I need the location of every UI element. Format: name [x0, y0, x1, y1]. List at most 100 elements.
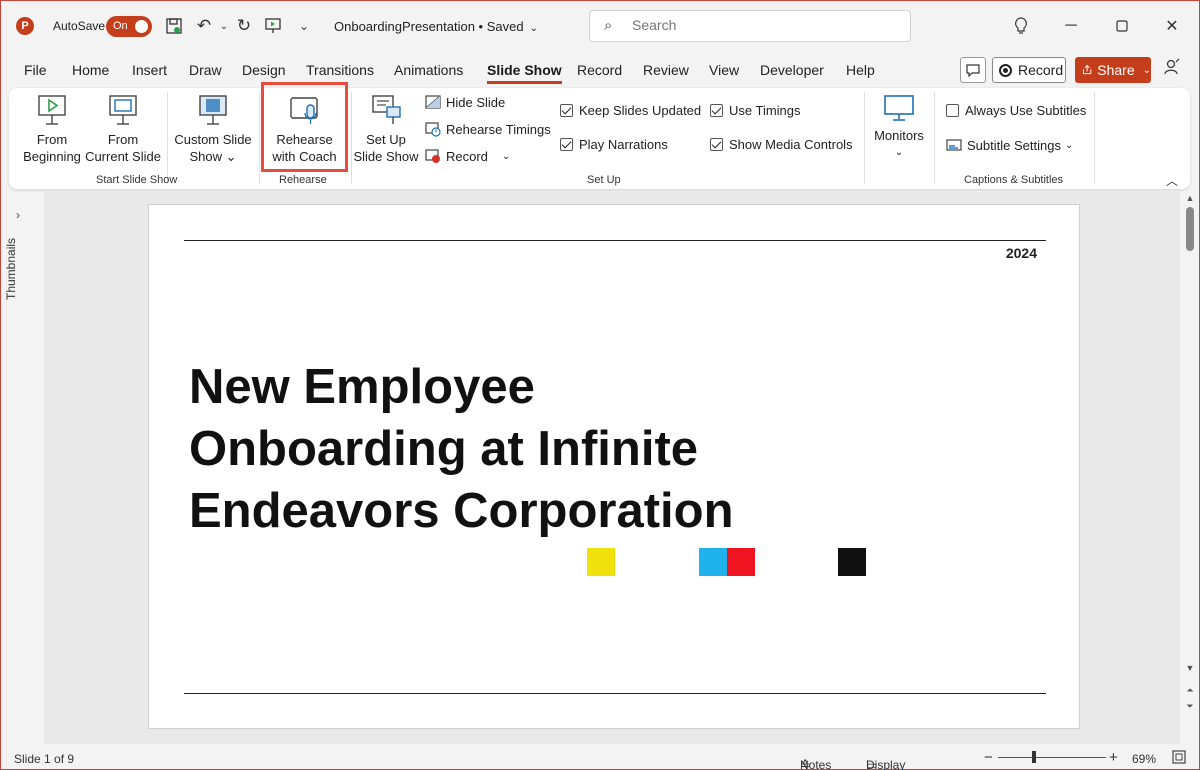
collapse-ribbon-icon[interactable]: ︿ [1166, 172, 1178, 189]
tab-insert[interactable]: Insert [132, 62, 167, 78]
checkbox-checked[interactable] [710, 138, 723, 151]
zoom-in-button[interactable]: + [1109, 749, 1118, 766]
tab-design[interactable]: Design [242, 62, 286, 78]
close-icon[interactable]: ✕ [1160, 14, 1184, 38]
red-square[interactable] [727, 548, 755, 576]
ribbon-divider [864, 92, 865, 184]
status-bar: Slide 1 of 9 ≙ Notes ▭ Display Settings … [0, 746, 1200, 770]
tab-help[interactable]: Help [846, 62, 875, 78]
yellow-square[interactable] [587, 548, 615, 576]
checkbox-checked[interactable] [710, 104, 723, 117]
black-square[interactable] [838, 548, 866, 576]
next-slide-icon[interactable]: ⏷ [1184, 701, 1196, 712]
slide-year[interactable]: 2024 [1006, 245, 1037, 261]
group-label-start-slide-show: Start Slide Show [96, 174, 178, 186]
from-current-slide-button[interactable]: From Current Slide [85, 93, 161, 165]
record-button[interactable]: Record [992, 57, 1066, 83]
zoom-slider-thumb[interactable] [1032, 751, 1036, 763]
scrollbar-thumb[interactable] [1186, 207, 1194, 251]
checkbox-unchecked[interactable] [946, 104, 959, 117]
slide-canvas[interactable]: 2024 New Employee Onboarding at Infinite… [148, 204, 1080, 729]
minimize-icon[interactable]: ─ [1059, 14, 1083, 38]
scroll-up-icon[interactable]: ▲ [1184, 193, 1196, 203]
ribbon-divider [167, 92, 168, 184]
subtitle-settings-icon [946, 139, 962, 151]
tab-developer[interactable]: Developer [760, 62, 824, 78]
autosave-label: AutoSave [53, 19, 106, 33]
record-button-label: Record [1018, 62, 1064, 78]
expand-thumbnails-icon[interactable]: › [16, 208, 20, 222]
play-narrations-checkbox[interactable]: Play Narrations [560, 137, 668, 152]
ribbon-panel: From Beginning From Current Slide Custom… [9, 82, 1190, 189]
rehearse-with-coach-button[interactable]: Rehearse with Coach [264, 93, 345, 165]
rehearse-timings-button[interactable]: Rehearse Timings [425, 121, 551, 137]
notes-label: Notes [800, 758, 832, 770]
from-beginning-line2: Beginning [23, 149, 81, 164]
play-narrations-label: Play Narrations [579, 137, 668, 152]
slide-title[interactable]: New Employee Onboarding at Infinite Ende… [189, 356, 889, 542]
set-up-slide-show-button[interactable]: Set Up Slide Show [351, 93, 421, 165]
redo-icon[interactable]: ↻ [233, 15, 255, 37]
from-beginning-line1: From [36, 132, 68, 147]
tab-review[interactable]: Review [643, 62, 689, 78]
tab-record[interactable]: Record [577, 62, 622, 78]
group-label-captions-subtitles: Captions & Subtitles [964, 174, 1064, 186]
always-use-subtitles-label: Always Use Subtitles [965, 103, 1087, 118]
autosave-toggle[interactable]: On [106, 16, 152, 37]
monitors-label: Monitors [874, 128, 924, 143]
present-from-beginning-icon[interactable] [262, 15, 284, 37]
show-media-controls-checkbox[interactable]: Show Media Controls [710, 137, 853, 152]
tab-slide-show[interactable]: Slide Show [487, 62, 562, 84]
share-button-label: Share [1097, 62, 1135, 78]
zoom-slider-track[interactable] [998, 757, 1106, 758]
set-up-line1: Set Up [366, 132, 406, 147]
keep-slides-updated-checkbox[interactable]: Keep Slides Updated [560, 103, 701, 118]
record-slide-button[interactable]: Record ⌄ [425, 148, 510, 164]
comments-icon[interactable] [960, 57, 986, 83]
tab-transitions[interactable]: Transitions [306, 62, 374, 78]
maximize-icon[interactable] [1110, 14, 1134, 38]
monitors-button[interactable]: Monitors ⌄ [869, 93, 929, 161]
tab-animations[interactable]: Animations [394, 62, 463, 78]
lightbulb-icon[interactable] [1009, 14, 1033, 38]
share-button[interactable]: Share ⌄ [1075, 57, 1151, 83]
undo-icon[interactable]: ↶ [193, 15, 215, 37]
always-use-subtitles-checkbox[interactable]: Always Use Subtitles [946, 103, 1086, 118]
tab-draw[interactable]: Draw [189, 62, 222, 78]
hide-slide-button[interactable]: Hide Slide [425, 94, 505, 110]
customize-toolbar-icon[interactable]: ⌄ [293, 15, 315, 37]
from-beginning-button[interactable]: From Beginning [21, 93, 83, 165]
subtitle-settings-button[interactable]: Subtitle Settings ⌄ [946, 137, 1073, 153]
custom-slide-show-line1: Custom Slide [174, 132, 252, 147]
zoom-level[interactable]: 69% [1132, 752, 1156, 766]
vertical-scrollbar[interactable]: ▲ ▼ ⏶ ⏷ [1184, 193, 1196, 723]
zoom-out-button[interactable]: − [984, 749, 993, 766]
thumbnails-label[interactable]: Thumbnails [4, 230, 18, 300]
tab-file[interactable]: File [24, 62, 47, 78]
custom-slide-show-button[interactable]: Custom Slide Show ⌄ [171, 93, 255, 165]
tab-home[interactable]: Home [72, 62, 109, 78]
previous-slide-icon[interactable]: ⏶ [1184, 685, 1196, 696]
use-timings-checkbox[interactable]: Use Timings [710, 103, 801, 118]
blue-square[interactable] [699, 548, 727, 576]
slide-counter: Slide 1 of 9 [14, 752, 75, 766]
ribbon-divider [1094, 92, 1095, 184]
scroll-down-icon[interactable]: ▼ [1184, 663, 1196, 673]
monitor-icon [884, 95, 914, 121]
share-icon [1082, 64, 1092, 75]
undo-dropdown-icon[interactable]: ⌄ [213, 15, 235, 37]
search-input[interactable] [632, 17, 892, 33]
rehearse-timings-icon [425, 122, 441, 137]
checkbox-checked[interactable] [560, 104, 573, 117]
checkbox-checked[interactable] [560, 138, 573, 151]
fit-slide-icon[interactable] [1172, 750, 1186, 767]
group-label-rehearse: Rehearse [279, 174, 327, 186]
ribbon-divider [934, 92, 935, 184]
document-title[interactable]: OnboardingPresentation • Saved ⌄ [334, 19, 538, 34]
save-icon[interactable] [163, 15, 185, 37]
search-box[interactable]: ⌕ [589, 10, 911, 42]
chevron-down-icon[interactable]: ⌄ [502, 151, 510, 162]
coauthoring-icon[interactable] [1163, 58, 1181, 81]
tab-view[interactable]: View [709, 62, 739, 78]
rehearse-coach-line2: with Coach [272, 149, 337, 164]
